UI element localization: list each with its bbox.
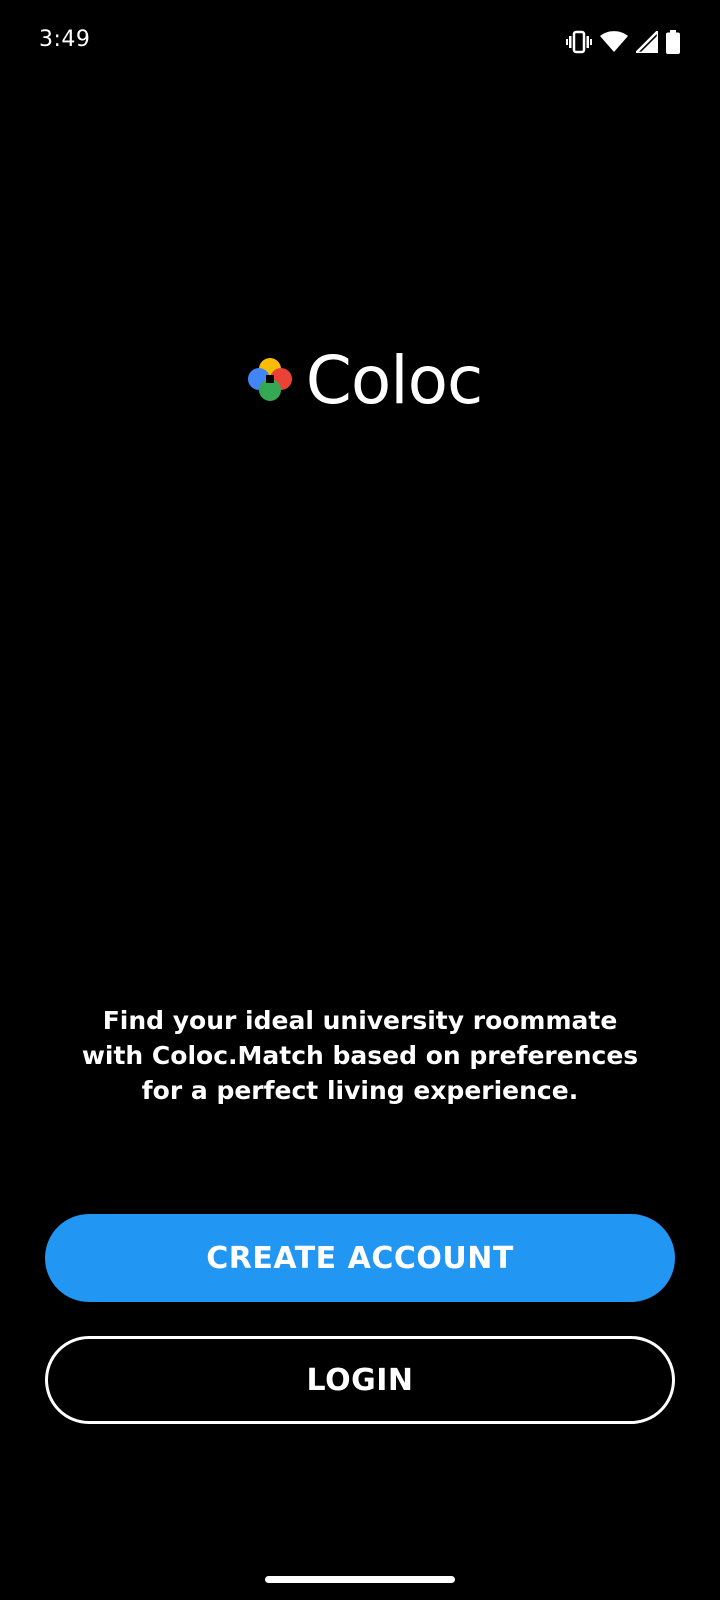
status-bar: 3:49 — [0, 0, 720, 84]
coloc-logo-icon — [246, 355, 294, 407]
app-name: Coloc — [305, 342, 483, 419]
status-icons — [566, 28, 680, 56]
create-account-button[interactable]: CREATE ACCOUNT — [45, 1214, 675, 1302]
tagline-text: Find your ideal university roommate with… — [81, 1006, 639, 1105]
vibrate-icon — [566, 30, 592, 54]
gesture-nav-handle[interactable] — [265, 1576, 455, 1583]
app-logo: Coloc — [0, 345, 720, 417]
status-time: 3:49 — [39, 27, 91, 52]
wifi-icon — [600, 31, 628, 53]
login-button[interactable]: LOGIN — [45, 1336, 675, 1424]
signal-icon — [636, 31, 658, 53]
battery-icon — [666, 30, 680, 54]
